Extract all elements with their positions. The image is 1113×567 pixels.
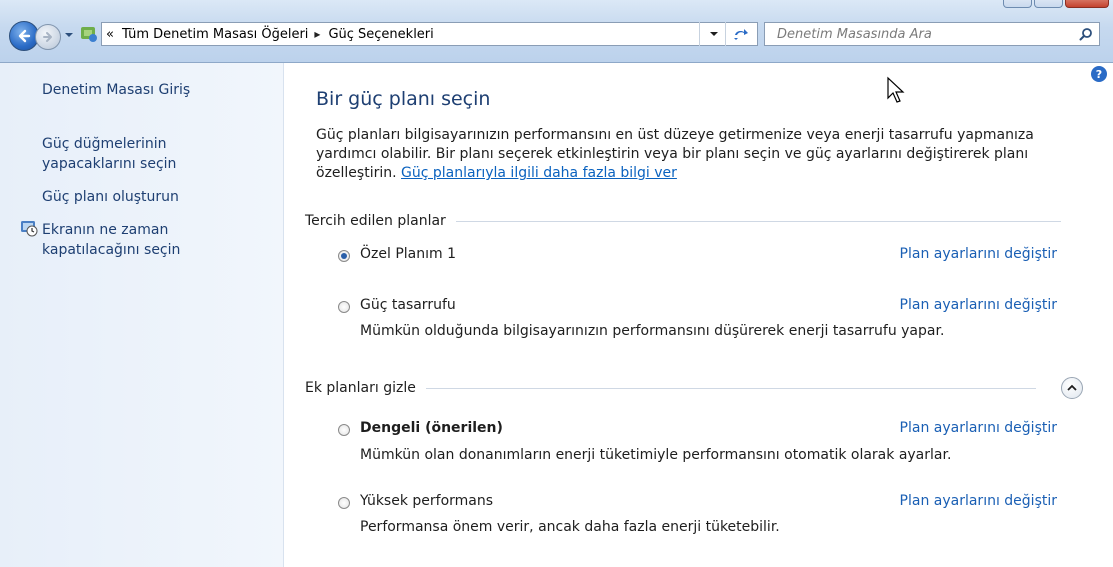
breadcrumb-arrow-icon[interactable]: ▸ [314,27,320,41]
plan-radio-high-performance[interactable] [338,497,350,509]
preferred-plans-header: Tercih edilen planlar [305,213,1061,229]
hidden-plans-header: Ek planları gizle [305,380,1036,396]
plan-name-high-performance[interactable]: Yüksek performans [360,493,493,509]
breadcrumb-power-options[interactable]: Güç Seçenekleri [328,27,433,42]
window-chrome: « Tüm Denetim Masası Öğeleri ▸ Güç Seçen… [0,0,1113,63]
recent-pages-dropdown[interactable] [62,28,76,42]
help-icon[interactable]: ? [1090,65,1108,83]
section-label: Ek planları gizle [305,380,416,396]
window-buttons [1003,0,1109,8]
refresh-icon [734,29,748,40]
more-info-link[interactable]: Güç planlarıyla ilgili daha fazla bilgi … [401,165,677,181]
page-title: Bir güç planı seçin [316,88,491,110]
plan-desc-balanced: Mümkün olan donanımların enerji tüketimi… [360,447,952,463]
plan-name-power-saver[interactable]: Güç tasarrufu [360,297,456,313]
change-plan-link-custom[interactable]: Plan ayarlarını değiştir [900,246,1057,262]
breadcrumb-all-items[interactable]: Tüm Denetim Masası Öğeleri [122,27,308,42]
plan-name-balanced[interactable]: Dengeli (önerilen) [360,420,503,436]
close-button[interactable] [1065,0,1109,8]
breadcrumb-label: Güç Seçenekleri [328,26,434,42]
maximize-button[interactable] [1034,0,1063,8]
section-divider [425,387,1036,389]
back-arrow-icon [18,29,31,43]
search-icon[interactable] [1079,27,1093,41]
control-panel-icon [81,27,97,42]
plan-desc-high-performance: Performansa önem verir, ancak daha fazla… [360,519,780,535]
chevron-down-icon [710,32,718,36]
plan-name-custom[interactable]: Özel Planım 1 [360,246,456,262]
change-plan-link-power-saver[interactable]: Plan ayarlarını değiştir [900,297,1057,313]
page-description: Güç planları bilgisayarınızın performans… [316,126,1086,183]
plan-radio-power-saver[interactable] [338,301,350,313]
change-plan-link-balanced[interactable]: Plan ayarlarını değiştir [900,420,1057,436]
chevron-down-icon [65,33,73,37]
change-plan-link-high-performance[interactable]: Plan ayarlarını değiştir [900,493,1057,509]
minimize-button[interactable] [1003,0,1032,8]
collapse-button[interactable] [1061,377,1083,399]
address-dropdown-button[interactable] [699,22,728,46]
plan-desc-power-saver: Mümkün olduğunda bilgisayarınızın perfor… [360,323,945,339]
display-clock-icon [21,221,38,237]
section-divider [455,220,1061,222]
refresh-button[interactable] [725,22,756,46]
breadcrumb-separator: « [106,26,114,42]
plan-radio-balanced[interactable] [338,424,350,436]
forward-button[interactable] [35,24,61,50]
sidebar-item-display-off[interactable]: Ekranın ne zaman kapatılacağını seçin [42,220,222,260]
forward-arrow-icon [43,32,52,42]
address-bar[interactable]: « Tüm Denetim Masası Öğeleri ▸ Güç Seçen… [81,22,758,46]
sidebar: Denetim Masası Giriş Güç düğmelerinin ya… [0,63,284,567]
search-box[interactable]: Denetim Masasında Ara [764,22,1100,46]
chevron-up-icon [1067,384,1077,391]
breadcrumb-label: Tüm Denetim Masası Öğeleri [121,26,309,42]
mouse-cursor-icon [887,76,905,103]
sidebar-item-control-panel-home[interactable]: Denetim Masası Giriş [42,80,190,100]
sidebar-item-create-plan[interactable]: Güç planı oluşturun [42,187,179,207]
plan-radio-custom[interactable] [338,250,350,262]
sidebar-item-power-buttons[interactable]: Güç düğmelerinin yapacaklarını seçin [42,134,222,174]
svg-text:?: ? [1096,68,1102,81]
section-label: Tercih edilen planlar [305,213,446,229]
search-input[interactable]: Denetim Masasında Ara [777,27,932,42]
